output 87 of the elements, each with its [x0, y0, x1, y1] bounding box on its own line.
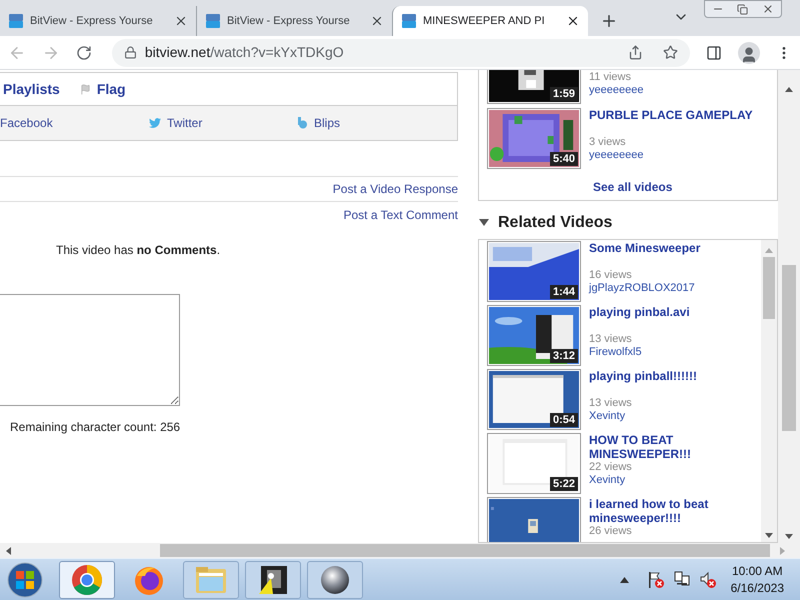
video-duration: 3:12: [550, 349, 578, 363]
horizontal-scrollbar[interactable]: [0, 543, 800, 558]
site-favicon-icon: [205, 13, 221, 29]
side-panel-icon[interactable]: [706, 44, 722, 60]
action-link[interactable]: Flag: [80, 78, 126, 100]
author-link[interactable]: Xevinty: [589, 474, 753, 487]
scroll-thumb[interactable]: [160, 544, 770, 557]
browser-tab[interactable]: BitView - Express Yourse: [196, 6, 392, 36]
folder-icon: [194, 564, 228, 594]
view-count: 16 views: [589, 269, 633, 282]
close-icon[interactable]: [566, 14, 580, 28]
site-favicon-icon: [401, 13, 417, 29]
scroll-down-icon[interactable]: [785, 534, 793, 539]
sphere-icon: [319, 564, 351, 596]
video-title[interactable]: playing pinball!!!!!!: [589, 369, 697, 383]
tab-title: BitView - Express Yourse: [30, 14, 154, 29]
bird-icon: [149, 117, 161, 129]
view-count: 22 views: [589, 461, 633, 474]
new-tab-icon[interactable]: [600, 12, 618, 30]
share-link[interactable]: Twitter: [149, 114, 298, 132]
chrome-icon: [71, 564, 103, 596]
view-count: 13 views: [589, 333, 633, 346]
view-count: 3 views: [589, 136, 627, 149]
view-count: 11 views: [589, 71, 632, 84]
scroll-down-icon[interactable]: [765, 533, 773, 538]
close-icon[interactable]: [370, 14, 384, 28]
app-icon: [257, 564, 289, 596]
close-icon[interactable]: [762, 3, 774, 15]
author-link[interactable]: Xevinty: [589, 410, 697, 423]
clock-time[interactable]: 10:00 AM: [732, 562, 783, 580]
tab-title: MINESWEEPER AND PI: [423, 14, 546, 29]
view-count: 13 views: [589, 397, 633, 410]
scroll-thumb[interactable]: [763, 257, 775, 319]
blips-icon: [298, 117, 308, 129]
video-duration: 5:22: [550, 477, 578, 491]
action-link[interactable]: Playlists: [3, 78, 60, 100]
clock-date[interactable]: 6/16/2023: [730, 580, 784, 596]
reload-icon[interactable]: [76, 44, 92, 60]
restore-icon[interactable]: [737, 4, 748, 14]
browser-tab[interactable]: BitView - Express Yourse: [0, 6, 196, 36]
author-link[interactable]: yeeeeeeee: [589, 84, 644, 97]
video-title[interactable]: PURBLE PLACE GAMEPLAY: [589, 108, 753, 122]
muted-speaker-icon[interactable]: [698, 570, 717, 588]
close-icon[interactable]: [174, 14, 188, 28]
profile-avatar[interactable]: [738, 42, 760, 64]
taskbar-button[interactable]: [245, 560, 301, 598]
video-duration: 1:44: [550, 285, 578, 299]
video-duration: 5:40: [550, 152, 578, 166]
see-all-link[interactable]: See all videos: [593, 178, 672, 196]
address-field[interactable]: bitview.net/watch?v=kYxTDKgO: [112, 38, 690, 66]
post-link[interactable]: Post a Video Response: [332, 180, 458, 198]
collapse-triangle-icon[interactable]: [479, 219, 489, 227]
start-button[interactable]: [6, 560, 44, 598]
video-duration: 0:54: [550, 413, 578, 427]
section-heading: Related Videos: [498, 213, 612, 233]
character-counter: Remaining character count: 256: [10, 419, 182, 436]
share-icon[interactable]: [628, 45, 644, 60]
site-favicon-icon: [8, 13, 24, 29]
author-link[interactable]: jgPlayzROBLOX2017: [589, 282, 700, 295]
star-icon[interactable]: [663, 45, 678, 60]
video-title[interactable]: HOW TO BEAT MINESWEEPER!!!: [589, 433, 753, 461]
scroll-left-icon[interactable]: [6, 546, 11, 554]
share-link[interactable]: Facebook: [0, 114, 149, 132]
author-link[interactable]: yeeeeeeee: [589, 149, 753, 162]
scroll-thumb[interactable]: [782, 265, 796, 431]
list-scrollbar[interactable]: [761, 240, 777, 542]
empty-comments-message: This video has no Comments.: [56, 242, 222, 259]
page-scrollbar[interactable]: [778, 70, 800, 543]
network-icon[interactable]: [672, 570, 691, 588]
video-title[interactable]: Some Minesweeper: [589, 241, 700, 255]
browser-tab[interactable]: MINESWEEPER AND PI: [392, 6, 588, 36]
tab-title: BitView - Express Yourse: [227, 14, 351, 29]
author-link[interactable]: Firewolfxl5: [589, 346, 690, 359]
video-title[interactable]: i learned how to beat minesweeper!!!!: [589, 497, 753, 525]
view-count: 26 views: [589, 525, 633, 538]
tray-expand-icon[interactable]: [620, 576, 629, 582]
flag-alert-icon[interactable]: [646, 570, 665, 588]
video-title[interactable]: playing pinbal.avi: [589, 305, 690, 319]
share-link[interactable]: Blips: [298, 114, 447, 132]
comment-field[interactable]: [0, 294, 180, 406]
url-text: bitview.net/watch?v=kYxTDKgO: [144, 43, 345, 62]
post-link[interactable]: Post a Text Comment: [344, 206, 458, 224]
scroll-up-icon[interactable]: [785, 87, 793, 92]
video-duration: 1:59: [550, 87, 578, 101]
flag-icon: [80, 84, 91, 94]
lock-icon: [124, 46, 137, 59]
taskbar-button[interactable]: [307, 560, 363, 598]
